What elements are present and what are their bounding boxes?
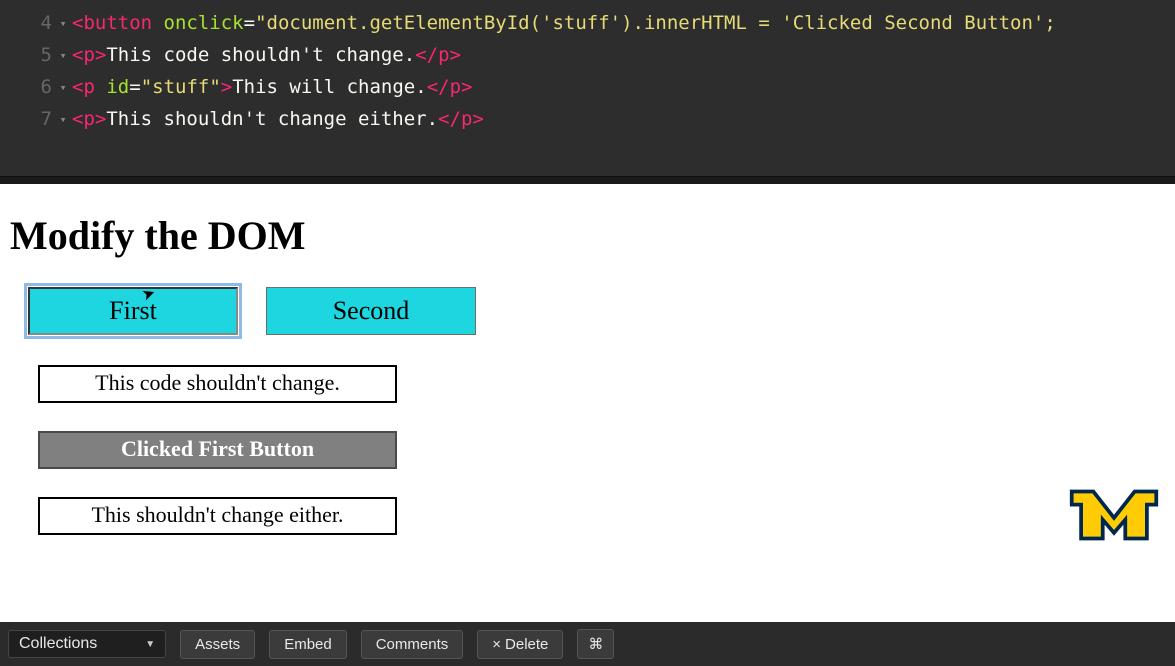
static-paragraph-1: This code shouldn't change. bbox=[38, 365, 397, 403]
close-icon: × bbox=[492, 636, 501, 653]
stuff-paragraph: Clicked First Button bbox=[38, 431, 397, 469]
button-row: First Second bbox=[10, 287, 1165, 335]
second-button[interactable]: Second bbox=[266, 287, 476, 335]
code-line[interactable]: 4▾<button onclick="document.getElementBy… bbox=[0, 8, 1175, 40]
code-content[interactable]: <p id="stuff">This will change.</p> bbox=[70, 72, 472, 104]
comments-button[interactable]: Comments bbox=[361, 630, 464, 659]
chevron-down-icon: ▼ bbox=[145, 639, 155, 650]
first-button[interactable]: First bbox=[28, 287, 238, 335]
embed-button[interactable]: Embed bbox=[269, 630, 347, 659]
line-number: 6 bbox=[0, 72, 56, 104]
line-number: 5 bbox=[0, 40, 56, 72]
code-editor-pane[interactable]: 4▾<button onclick="document.getElementBy… bbox=[0, 0, 1175, 176]
code-line[interactable]: 7▾<p>This shouldn't change either.</p> bbox=[0, 104, 1175, 136]
line-number: 4 bbox=[0, 8, 56, 40]
page-title: Modify the DOM bbox=[10, 212, 1165, 259]
bottom-toolbar: Collections ▼ Assets Embed Comments ×Del… bbox=[0, 622, 1175, 666]
michigan-logo-icon bbox=[1067, 484, 1161, 546]
assets-button[interactable]: Assets bbox=[180, 630, 255, 659]
fold-arrow-icon[interactable]: ▾ bbox=[56, 72, 70, 104]
output-preview-pane: Modify the DOM First Second This code sh… bbox=[0, 184, 1175, 594]
line-number: 7 bbox=[0, 104, 56, 136]
fold-arrow-icon[interactable]: ▾ bbox=[56, 104, 70, 136]
code-content[interactable]: <button onclick="document.getElementById… bbox=[70, 8, 1056, 40]
delete-button[interactable]: ×Delete bbox=[477, 630, 563, 659]
collections-dropdown[interactable]: Collections ▼ bbox=[8, 630, 166, 658]
pane-divider[interactable] bbox=[0, 176, 1175, 184]
code-line[interactable]: 6▾<p id="stuff">This will change.</p> bbox=[0, 72, 1175, 104]
fold-arrow-icon[interactable]: ▾ bbox=[56, 40, 70, 72]
code-line[interactable]: 5▾<p>This code shouldn't change.</p> bbox=[0, 40, 1175, 72]
fold-arrow-icon[interactable]: ▾ bbox=[56, 8, 70, 40]
collections-label: Collections bbox=[19, 635, 97, 653]
code-content[interactable]: <p>This code shouldn't change.</p> bbox=[70, 40, 461, 72]
static-paragraph-3: This shouldn't change either. bbox=[38, 497, 397, 535]
code-content[interactable]: <p>This shouldn't change either.</p> bbox=[70, 104, 484, 136]
keyboard-shortcut-button[interactable]: ⌘ bbox=[577, 629, 614, 659]
